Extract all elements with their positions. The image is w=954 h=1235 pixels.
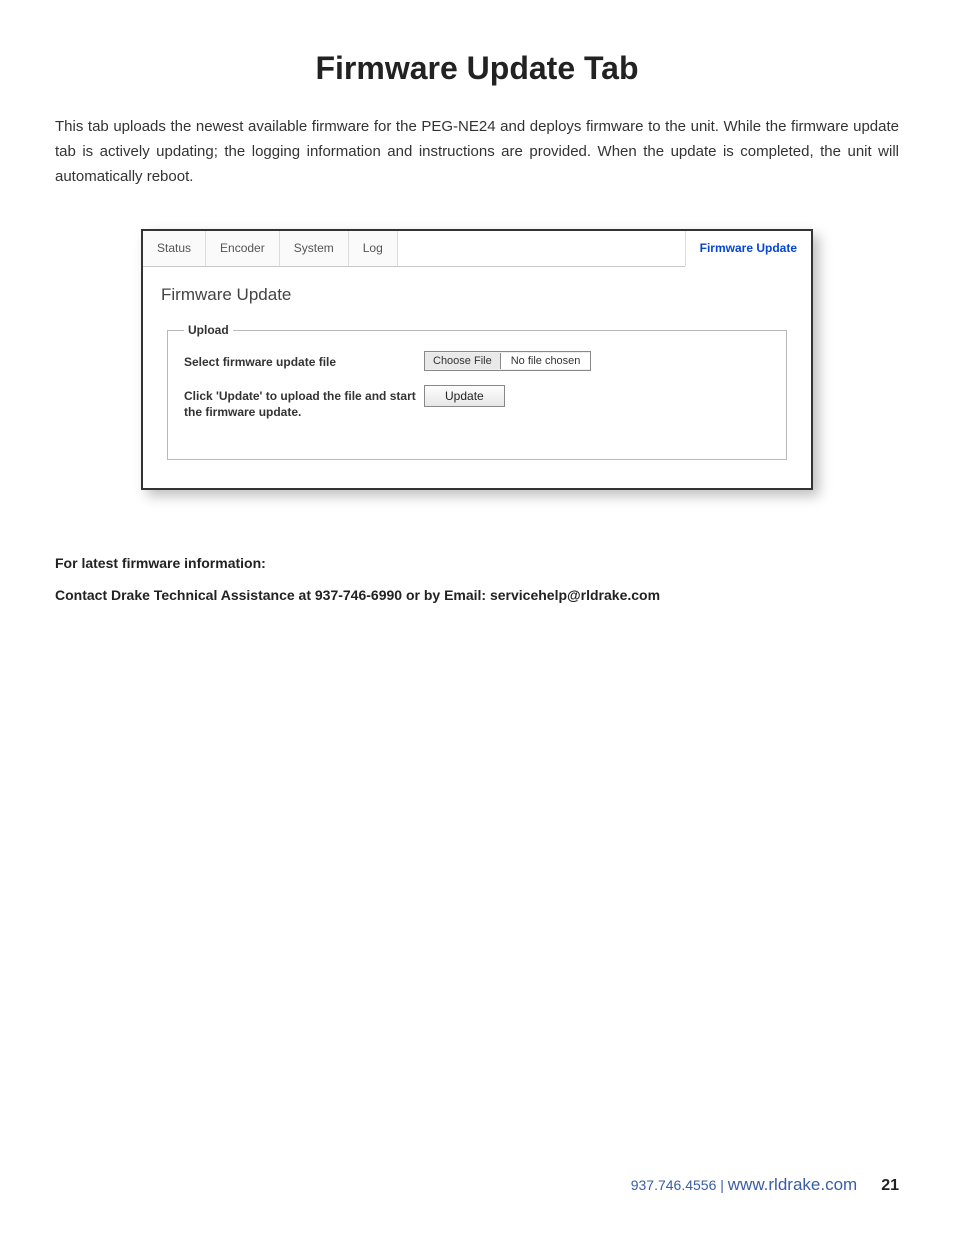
tab-log[interactable]: Log bbox=[349, 231, 398, 266]
info-block: For latest firmware information: Contact… bbox=[55, 550, 899, 609]
tab-firmware-update[interactable]: Firmware Update bbox=[685, 231, 811, 267]
info-line-2: Contact Drake Technical Assistance at 93… bbox=[55, 582, 899, 609]
page-number: 21 bbox=[881, 1177, 899, 1195]
file-input[interactable]: Choose File No file chosen bbox=[424, 351, 591, 371]
panel-heading: Firmware Update bbox=[161, 285, 793, 305]
update-instruction-label: Click 'Update' to upload the file and st… bbox=[184, 385, 424, 420]
footer-url: www.rldrake.com bbox=[728, 1175, 857, 1194]
file-chosen-state: No file chosen bbox=[501, 353, 591, 369]
tab-bar: Status Encoder System Log Firmware Updat… bbox=[143, 231, 811, 267]
tab-system[interactable]: System bbox=[280, 231, 349, 266]
update-button[interactable]: Update bbox=[424, 385, 505, 407]
upload-fieldset: Upload Select firmware update file Choos… bbox=[167, 323, 787, 459]
info-line-1: For latest firmware information: bbox=[55, 550, 899, 577]
footer-phone: 937.746.4556 bbox=[631, 1177, 717, 1193]
page-footer: 937.746.4556 | www.rldrake.com 21 bbox=[631, 1175, 899, 1195]
page-title: Firmware Update Tab bbox=[55, 50, 899, 87]
tab-encoder[interactable]: Encoder bbox=[206, 231, 280, 266]
upload-legend: Upload bbox=[184, 323, 233, 337]
choose-file-button[interactable]: Choose File bbox=[425, 353, 501, 369]
tab-status[interactable]: Status bbox=[143, 231, 206, 266]
firmware-panel: Status Encoder System Log Firmware Updat… bbox=[141, 229, 813, 489]
footer-separator: | bbox=[720, 1177, 724, 1193]
select-file-label: Select firmware update file bbox=[184, 351, 424, 370]
intro-paragraph: This tab uploads the newest available fi… bbox=[55, 115, 899, 189]
